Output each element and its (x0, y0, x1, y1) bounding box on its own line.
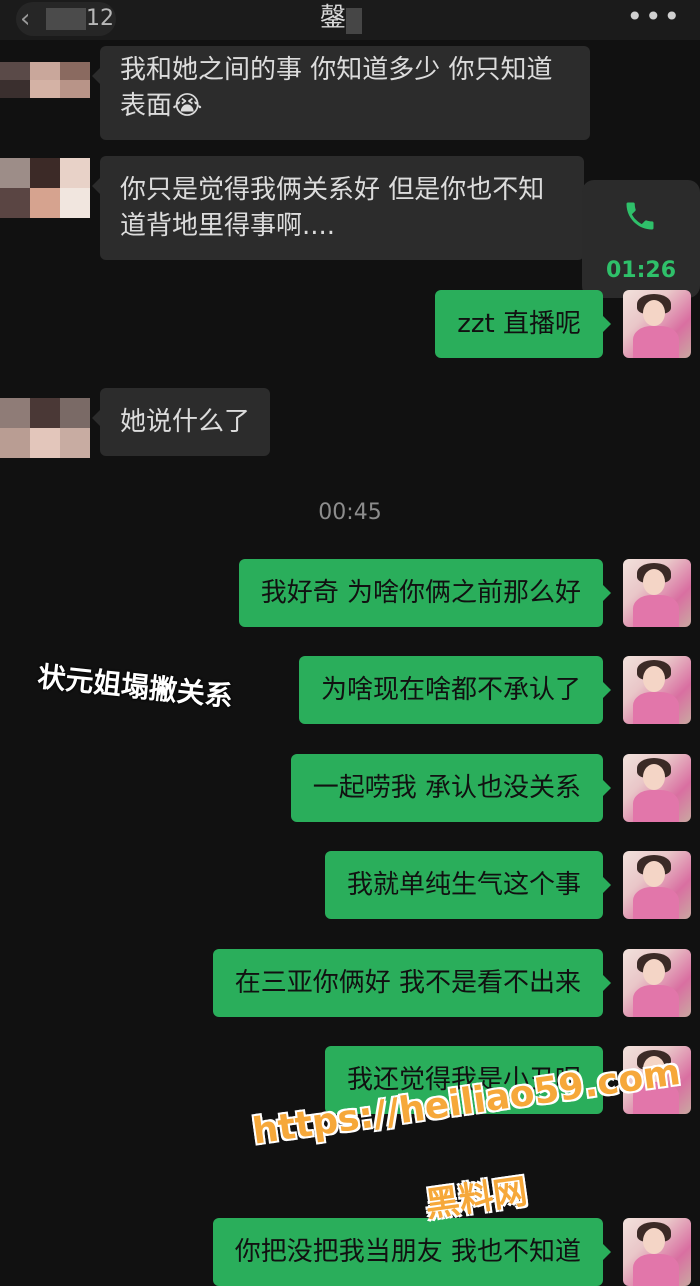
message-bubble-outgoing[interactable]: 为啥现在啥都不承认了 (298, 656, 612, 724)
chat-title: 鏧 (320, 3, 347, 33)
contact-avatar[interactable] (0, 398, 90, 458)
more-options-icon[interactable]: ••• (626, 2, 682, 32)
blurred-region (346, 8, 362, 34)
chat-header: ‹ 12 鏧 ••• (0, 0, 700, 40)
timestamp: 00:45 (318, 500, 382, 525)
message-bubble-outgoing[interactable]: 我好奇 为啥你俩之前那么好 (238, 559, 612, 627)
message-bubble-outgoing[interactable]: zzt 直播呢 (435, 290, 611, 358)
contact-avatar[interactable] (0, 158, 90, 218)
overlay-caption: 状元姐塌撇关系 (36, 659, 235, 714)
call-duration: 01:26 (605, 258, 677, 283)
message-bubble-outgoing[interactable]: 你把没把我当朋友 我也不知道 (212, 1218, 612, 1286)
my-avatar[interactable] (623, 754, 691, 822)
my-avatar[interactable] (623, 949, 691, 1017)
phone-icon (626, 202, 654, 230)
message-bubble-outgoing[interactable]: 一起唠我 承认也没关系 (290, 754, 612, 822)
unread-count: 12 (86, 6, 114, 31)
message-bubble-outgoing[interactable]: 在三亚你俩好 我不是看不出来 (212, 949, 612, 1017)
message-bubble-incoming[interactable]: 她说什么了 (91, 388, 271, 456)
message-bubble-outgoing[interactable]: 我就单纯生气这个事 (324, 851, 612, 919)
my-avatar[interactable] (623, 851, 691, 919)
my-avatar[interactable] (623, 656, 691, 724)
my-avatar[interactable] (623, 1218, 691, 1286)
back-button[interactable]: ‹ 12 (16, 2, 116, 36)
contact-avatar[interactable] (0, 62, 90, 98)
message-bubble-incoming[interactable]: 你只是觉得我俩关系好 但是你也不知道背地里得事啊.... (92, 156, 584, 260)
my-avatar[interactable] (623, 559, 691, 627)
message-bubble-incoming[interactable]: 我和她之间的事 你知道多少 你只知道表面😭 (92, 46, 590, 140)
voice-call-record[interactable]: 01:26 (582, 180, 700, 298)
blurred-region (46, 8, 86, 30)
my-avatar[interactable] (623, 290, 691, 358)
chevron-left-icon: ‹ (20, 4, 31, 34)
